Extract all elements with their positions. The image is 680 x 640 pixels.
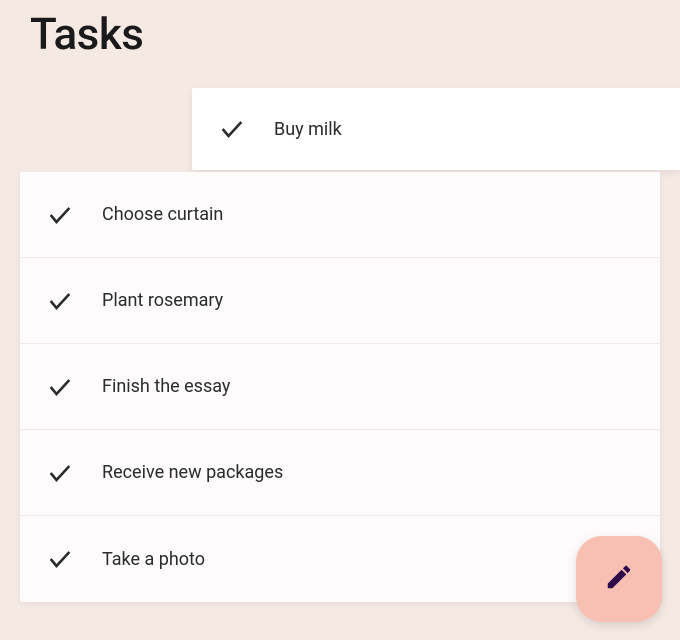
check-icon <box>46 373 74 401</box>
check-icon <box>46 201 74 229</box>
task-row[interactable]: Choose curtain <box>20 172 660 258</box>
task-list: Choose curtain Plant rosemary Finish the… <box>20 172 660 602</box>
task-row[interactable]: Receive new packages <box>20 430 660 516</box>
task-label: Take a photo <box>102 549 205 570</box>
task-row[interactable]: Buy milk <box>192 88 680 170</box>
task-label: Receive new packages <box>102 462 283 483</box>
task-label: Choose curtain <box>102 204 223 225</box>
task-label: Buy milk <box>274 119 342 140</box>
page-title: Tasks <box>0 0 680 60</box>
fab-edit-button[interactable] <box>576 536 662 622</box>
check-icon <box>218 115 246 143</box>
task-row[interactable]: Finish the essay <box>20 344 660 430</box>
task-row[interactable]: Plant rosemary <box>20 258 660 344</box>
check-icon <box>46 287 74 315</box>
task-label: Finish the essay <box>102 376 230 397</box>
check-icon <box>46 545 74 573</box>
task-label: Plant rosemary <box>102 290 223 311</box>
pencil-icon <box>604 562 634 596</box>
floating-task-card: Buy milk <box>192 88 680 170</box>
check-icon <box>46 459 74 487</box>
task-row[interactable]: Take a photo <box>20 516 660 602</box>
